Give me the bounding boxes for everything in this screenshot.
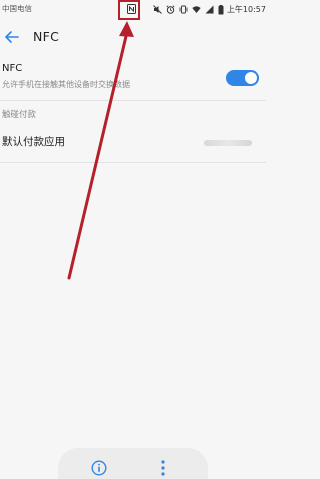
annotation-highlight-box [118, 0, 140, 20]
app-header: NFC [0, 22, 266, 52]
nfc-setting-title: NFC [2, 63, 23, 74]
back-arrow-icon[interactable] [3, 28, 21, 46]
default-payment-app-value-blurred [204, 140, 252, 146]
default-payment-app-row[interactable]: 默认付款应用 [0, 126, 266, 160]
wifi-icon [192, 5, 201, 14]
carrier-name: 中国电信 [2, 4, 32, 13]
page-title: NFC [33, 29, 60, 44]
bottom-action-bar [58, 448, 208, 479]
signal-icon [205, 5, 214, 14]
section-header-touch-pay: 触碰付款 [2, 110, 37, 120]
toggle-knob [245, 72, 257, 84]
vibrate-icon [179, 5, 188, 14]
divider [0, 100, 266, 101]
more-vertical-icon[interactable] [158, 459, 168, 477]
divider [0, 162, 266, 163]
info-icon[interactable] [91, 460, 107, 476]
status-icons: 上午10:57 [126, 2, 266, 16]
nfc-setting-description: 允许手机在接触其他设备时交换数据 [2, 80, 130, 89]
screen: 中国电信 上午10:57 NFC NFC 允许手机在接触其他设备时交换数据 触碰… [0, 0, 266, 479]
nfc-setting-row[interactable]: NFC 允许手机在接触其他设备时交换数据 [0, 60, 266, 98]
status-time: 上午10:57 [226, 4, 266, 14]
alarm-icon [166, 4, 175, 14]
battery-icon [218, 4, 224, 14]
default-payment-app-label: 默认付款应用 [2, 136, 65, 148]
mute-icon [153, 4, 162, 14]
nfc-toggle-switch[interactable] [226, 70, 259, 86]
